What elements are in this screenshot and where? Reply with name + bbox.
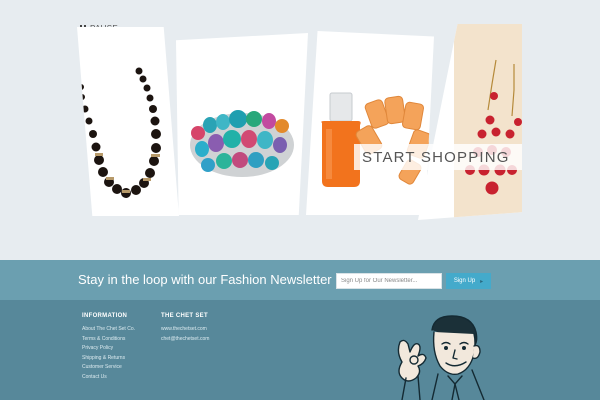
footer-chet-set-heading: THE CHET SET [161,313,208,319]
footer-link-contact[interactable]: Contact Us [82,373,135,383]
footer-link-privacy[interactable]: Privacy Policy [82,344,135,354]
footer-information-column: INFORMATION About The Chet Set Co. Terms… [82,313,135,383]
footer-link-website[interactable]: www.thechetset.com [161,325,209,335]
arrow-right-icon: ▸ [480,278,484,285]
signup-button-label: Sign Up [453,278,476,284]
newsletter-email-input[interactable] [336,273,442,289]
footer-link-customer-service[interactable]: Customer Service [82,363,135,373]
site-footer: INFORMATION About The Chet Set Co. Terms… [0,300,600,400]
red-stone-necklace-image [454,24,522,220]
slide-panel-bracelet[interactable] [176,33,308,215]
orange-bracelet-polish-image [321,92,432,187]
footer-link-about[interactable]: About The Chet Set Co. [82,325,135,335]
footer-link-shipping[interactable]: Shipping & Returns [82,354,135,364]
gemstone-bracelet-image [190,110,294,177]
slide-panel-orange[interactable] [306,31,434,215]
black-bead-necklace-image [78,67,161,198]
hero-slideshow: PAUSE [0,0,600,260]
retro-mascot-illustration [397,315,485,400]
newsletter-signup-button[interactable]: Sign Up ▸ [446,273,491,289]
slide-panel-red-necklace[interactable] [418,24,522,220]
newsletter-bar: Stay in the loop with our Fashion Newsle… [0,260,600,300]
footer-chet-set-column: THE CHET SET www.thechetset.com chet@the… [161,313,209,344]
slide-panel-necklace[interactable] [77,27,179,216]
newsletter-title: Stay in the loop with our Fashion Newsle… [78,272,332,287]
footer-information-heading: INFORMATION [82,313,128,319]
start-shopping-button[interactable]: START SHOPPING [354,144,522,170]
footer-link-terms[interactable]: Terms & Conditions [82,335,135,345]
footer-link-email[interactable]: chet@thechetset.com [161,335,209,345]
